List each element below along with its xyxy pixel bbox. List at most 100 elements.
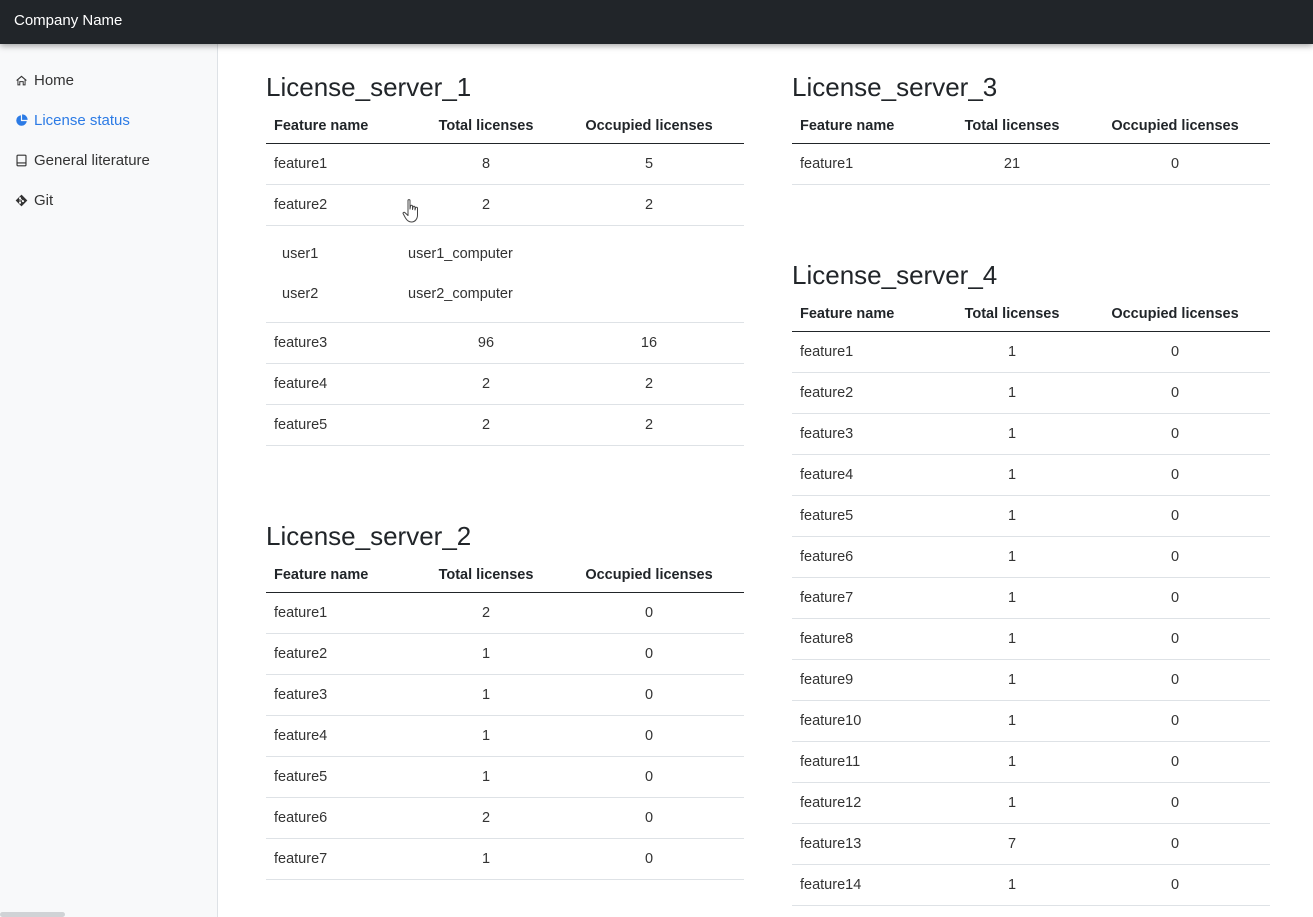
feature-cell: feature5 [266,404,418,446]
license-table: Feature name Total licenses Occupied lic… [266,110,744,446]
server-title: License_server_2 [266,521,472,551]
total-cell: 2 [418,184,554,226]
sidebar-item-general-literature[interactable]: General literature [15,149,150,171]
table-row[interactable]: feature4 1 0 [792,454,1270,496]
total-cell: 1 [944,864,1080,906]
occupied-cell: 0 [1080,823,1270,865]
sidebar-item-git[interactable]: Git [15,189,53,211]
feature-cell: feature2 [266,184,418,226]
column-header-occupied: Occupied licenses [554,559,744,593]
table-header-row: Feature name Total licenses Occupied lic… [266,110,744,144]
table-row[interactable]: feature3 1 0 [266,674,744,716]
total-cell: 1 [944,372,1080,414]
total-cell: 1 [944,454,1080,496]
license-server-2-section: License_server_2 Feature name Total lice… [266,519,744,880]
table-row[interactable]: feature1 1 0 [792,331,1270,373]
column-header-feature: Feature name [792,298,944,332]
occupied-cell: 0 [1080,618,1270,660]
occupied-cell: 2 [554,184,744,226]
occupied-cell: 5 [554,143,744,185]
total-cell: 1 [944,536,1080,578]
table-row[interactable]: feature2 2 2 [266,184,744,226]
occupied-cell: 2 [554,404,744,446]
total-cell: 1 [944,577,1080,619]
user-name: user1 [282,245,319,262]
table-row[interactable]: feature1210 [792,782,1270,824]
table-row[interactable]: feature4 1 0 [266,715,744,757]
table-row[interactable]: feature1 8 5 [266,143,744,185]
user-name: user2 [282,285,319,302]
top-navbar: Company Name [0,0,1313,44]
table-row[interactable]: feature13 7 0 [792,823,1270,865]
table-header-row: Feature name Total licenses Occupied lic… [266,559,744,593]
occupied-cell: 0 [554,674,744,716]
table-row[interactable]: feature10 1 0 [792,700,1270,742]
table-row[interactable]: feature4 2 2 [266,363,744,405]
column-header-feature: Feature name [266,559,418,593]
total-cell: 1 [944,700,1080,742]
feature-cell: feature11 [792,741,944,783]
table-header-row: Feature name Total licenses Occupied lic… [792,298,1270,332]
table-row[interactable]: feature5 1 0 [266,756,744,798]
sidebar-scrollbar[interactable] [0,912,65,917]
brand-name[interactable]: Company Name [14,12,122,29]
column-header-occupied: Occupied licenses [554,110,744,144]
table-row[interactable]: feature2 1 0 [792,372,1270,414]
occupied-cell: 0 [1080,454,1270,496]
feature-cell: feature1 [266,143,418,185]
table-row[interactable]: feature3 1 0 [792,413,1270,455]
table-row[interactable]: feature7 1 0 [266,838,744,880]
feature-cell: feature7 [266,838,418,880]
hand-cursor-icon [402,199,418,223]
feature-cell: feature1 [792,143,944,185]
table-row[interactable]: feature8 1 0 [792,618,1270,660]
occupied-cell: 0 [554,756,744,798]
home-icon [16,75,27,85]
feature-cell: feature6 [792,536,944,578]
feature-cell: feature12 [792,782,944,824]
column-header-total: Total licenses [418,110,554,144]
feature-cell: feature5 [792,495,944,537]
feature-cell: feature8 [792,618,944,660]
table-row[interactable]: feature1 2 0 [266,592,744,634]
license-users-row: user1 user1_computer user2 user2_compute… [266,225,744,323]
column-header-total: Total licenses [418,559,554,593]
column-header-feature: Feature name [266,110,418,144]
user-computer: user2_computer [408,285,513,302]
sidebar-item-label: Home [34,71,75,89]
total-cell: 2 [418,363,554,405]
table-row[interactable]: feature2 1 0 [266,633,744,675]
server-title: License_server_3 [792,72,998,102]
total-cell: 1 [418,674,554,716]
table-row[interactable]: feature3 96 16 [266,322,744,364]
feature-cell: feature1 [266,592,418,634]
total-cell: 1 [944,495,1080,537]
occupied-cell: 0 [1080,495,1270,537]
table-row[interactable]: feature5 1 0 [792,495,1270,537]
table-header-row: Feature name Total licenses Occupied lic… [792,110,1270,144]
total-cell: 1 [418,715,554,757]
book-icon [16,154,27,166]
sidebar-item-home[interactable]: Home [15,69,74,91]
total-cell: 21 [944,143,1080,185]
sidebar-item-label: License status [34,111,130,129]
table-row[interactable]: feature1210 [792,143,1270,185]
table-row[interactable]: feature14 1 0 [792,864,1270,906]
total-cell: 7 [944,823,1080,865]
occupied-cell: 0 [1080,700,1270,742]
total-cell: 1 [418,633,554,675]
occupied-cell: 0 [554,715,744,757]
table-row[interactable]: feature9 1 0 [792,659,1270,701]
occupied-cell: 0 [1080,331,1270,373]
sidebar-item-license-status[interactable]: License status [15,109,130,131]
occupied-cell: 0 [554,838,744,880]
total-cell: 1 [944,331,1080,373]
total-cell: 2 [418,797,554,839]
table-row[interactable]: feature5 2 2 [266,404,744,446]
table-row[interactable]: feature11 1 0 [792,741,1270,783]
table-row[interactable]: feature7 1 0 [792,577,1270,619]
table-row[interactable]: feature6 2 0 [266,797,744,839]
occupied-cell: 0 [1080,143,1270,185]
feature-cell: feature7 [792,577,944,619]
table-row[interactable]: feature6 1 0 [792,536,1270,578]
